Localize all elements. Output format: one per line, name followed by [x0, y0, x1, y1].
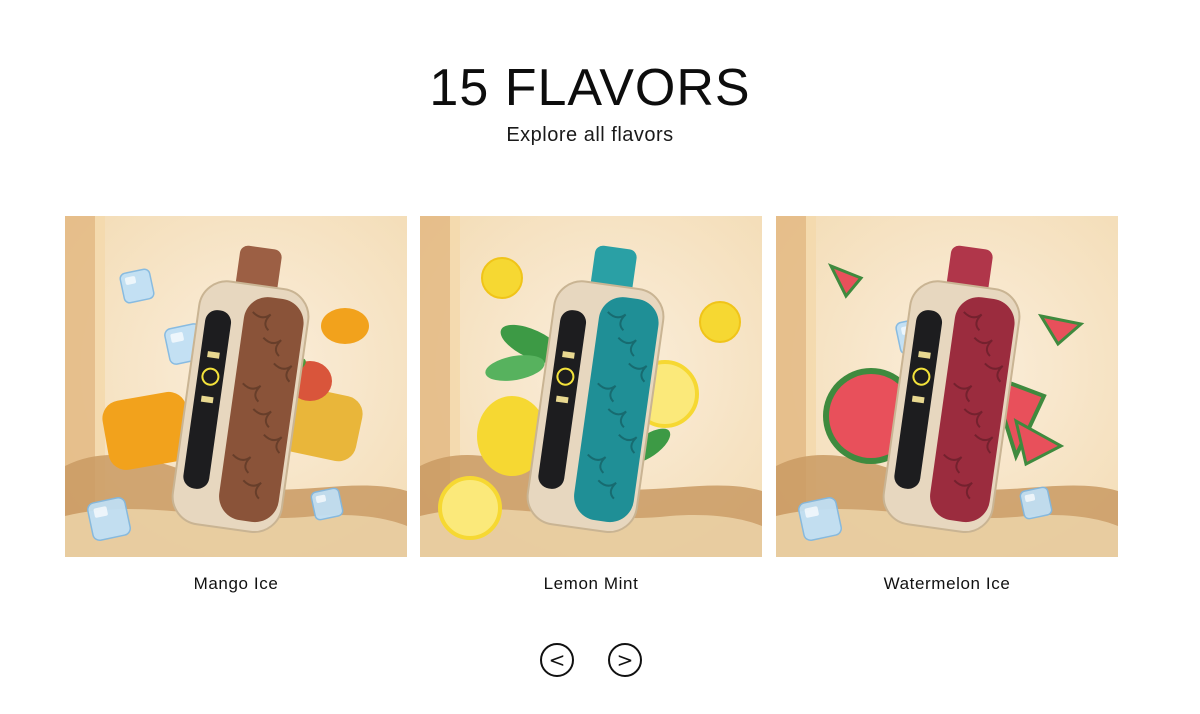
flavor-carousel: Mango Ice Lemon Mint Watermelon Ice	[65, 216, 1118, 596]
chevron-right-icon: >	[616, 648, 634, 672]
flavor-card-watermelon-ice[interactable]: Watermelon Ice	[776, 216, 1118, 594]
ice-cube-icon	[1019, 486, 1053, 520]
flavor-name[interactable]: Watermelon Ice	[776, 574, 1118, 594]
chevron-left-icon: <	[548, 648, 566, 672]
carousel-next-button[interactable]: >	[608, 643, 642, 677]
ice-cube-icon	[119, 268, 155, 304]
ice-cube-icon	[797, 496, 843, 542]
product-image[interactable]	[65, 216, 407, 557]
flavor-name[interactable]: Lemon Mint	[420, 574, 762, 594]
product-image[interactable]	[776, 216, 1118, 557]
ice-cube-icon	[310, 487, 344, 521]
section-title: 15 FLAVORS	[429, 59, 751, 117]
carousel-prev-button[interactable]: <	[540, 643, 574, 677]
flavor-card-mango-ice[interactable]: Mango Ice	[65, 216, 407, 594]
flavors-section: 15 FLAVORS Explore all flavors Mango Ice…	[0, 0, 1200, 714]
flavor-name[interactable]: Mango Ice	[65, 574, 407, 594]
ice-cube-icon	[86, 496, 132, 542]
section-subtitle: Explore all flavors	[506, 124, 674, 146]
flavor-card-lemon-mint[interactable]: Lemon Mint	[420, 216, 762, 594]
product-image[interactable]	[420, 216, 762, 557]
